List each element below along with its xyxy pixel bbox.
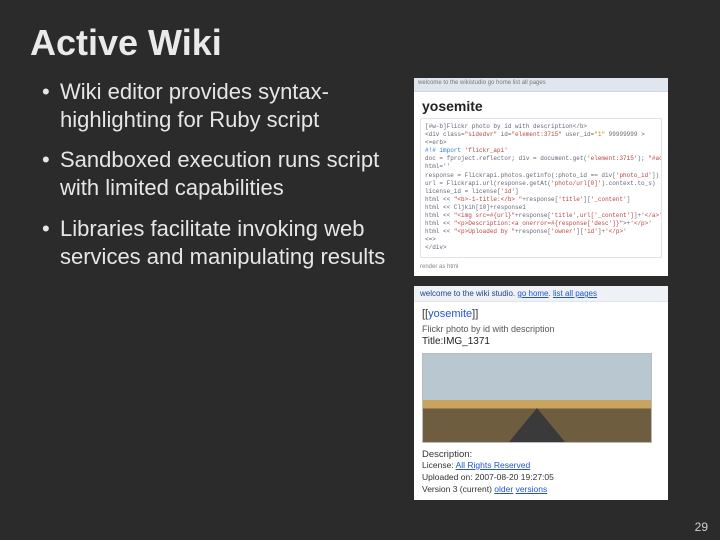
editor-footer: render as html <box>420 264 662 270</box>
bullet-item: Wiki editor provides syntax-highlighting… <box>42 78 404 134</box>
wiki-version: Version 3 (current) older versions <box>422 484 668 494</box>
screenshot-editor: welcome to the wikistudio go home list a… <box>414 78 668 276</box>
screenshot-column: welcome to the wikistudio go home list a… <box>414 78 696 500</box>
slide: Active Wiki Wiki editor provides syntax-… <box>24 16 696 524</box>
page-number: 29 <box>695 520 708 534</box>
screenshot-rendered-wiki: welcome to the wiki studio. go home. lis… <box>414 286 668 500</box>
wiki-tag: [[yosemite]] <box>422 308 668 320</box>
bullet-list: Wiki editor provides syntax-highlighting… <box>24 78 404 283</box>
slide-title: Active Wiki <box>30 22 696 64</box>
road-icon <box>509 408 565 442</box>
bullet-item: Sandboxed execution runs script with lim… <box>42 146 404 202</box>
wiki-photo <box>422 353 652 443</box>
wiki-description-label: Description: <box>422 449 668 460</box>
slide-content: Wiki editor provides syntax-highlighting… <box>24 78 696 500</box>
code-editor: [#w-b]Flickr photo by id with descriptio… <box>420 118 662 258</box>
editor-tabbar: welcome to the wikistudio go home list a… <box>414 78 668 92</box>
wiki-breadcrumb: welcome to the wiki studio. go home. lis… <box>414 286 668 302</box>
bullet-item: Libraries facilitate invoking web servic… <box>42 215 404 271</box>
wiki-uploaded: Uploaded on: 2007-08-20 19:27:05 <box>422 472 668 482</box>
wiki-subhead: Flickr photo by id with description <box>422 324 668 334</box>
wiki-license: License: All Rights Reserved <box>422 460 668 470</box>
wiki-photo-title: Title:IMG_1371 <box>422 336 668 347</box>
editor-search-term: yosemite <box>422 98 668 114</box>
